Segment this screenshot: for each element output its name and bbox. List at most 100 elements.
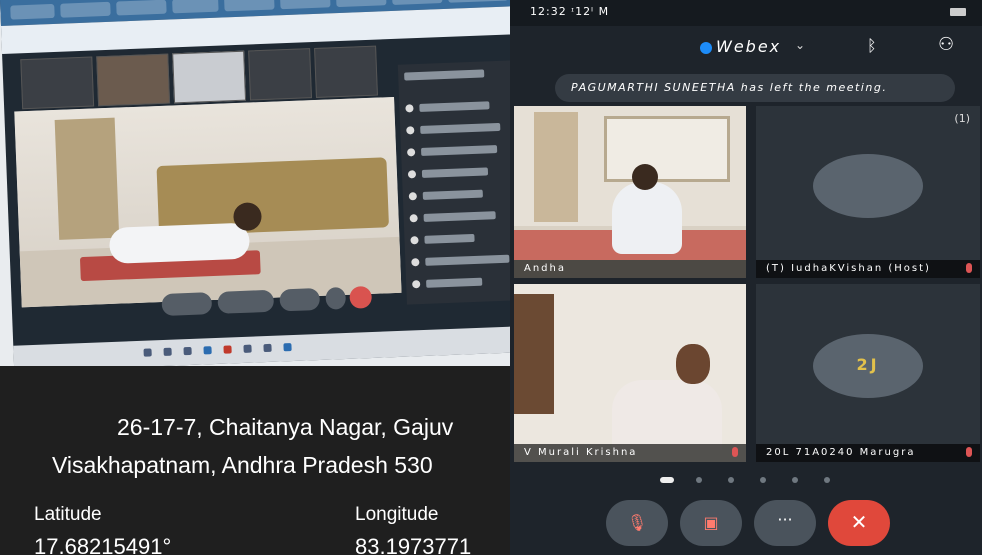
laptop-share-button[interactable] [279,287,321,312]
participant-name: V Murali Krishna [524,447,638,458]
app-title[interactable]: Webex [716,37,781,56]
participants-icon[interactable]: ⚇ [938,34,954,55]
video-button[interactable]: ▣ [680,500,742,546]
meeting-header: Webex ⌄ ᛒ ⚇ [510,26,982,70]
video-tile-murali-krishna[interactable]: V Murali Krishna [514,284,746,462]
windows-taskbar [13,326,510,372]
browser-tab[interactable] [447,0,509,3]
avatar: 2J [813,334,923,398]
status-time: 12:32 ᶦ12ᴵ M [530,5,610,18]
end-call-button[interactable]: ✕ [828,500,890,546]
laptop-video-button[interactable] [217,289,275,314]
video-thumbnail[interactable] [20,56,95,110]
video-thumbnail[interactable] [172,50,247,104]
page-indicator [510,474,982,484]
person-head [676,344,710,384]
phone-screen: 12:32 ᶦ12ᴵ M Webex ⌄ ᛒ ⚇ PAGUMARTHI SUNE… [510,0,982,555]
browser-tab[interactable] [116,0,167,16]
longitude-label: Longitude [355,504,439,525]
participant-row[interactable] [420,122,501,134]
avatar [813,154,923,218]
participant-row[interactable] [419,101,490,112]
participant-row[interactable] [426,277,483,288]
video-thumbnail[interactable] [248,48,312,101]
more-icon: ··· [777,510,793,529]
browser-tab[interactable] [280,0,331,10]
mic-muted-icon [966,447,972,457]
participant-avatar [409,214,418,223]
page-dot[interactable] [824,477,830,483]
person-figure [612,182,682,254]
meeting-controls: 🎙 ▣ ··· ✕ [510,500,982,552]
participant-avatar [408,192,417,201]
participant-row[interactable] [424,233,475,244]
page-dot[interactable] [728,477,734,483]
mute-button[interactable]: 🎙 [606,500,668,546]
participant-row[interactable] [420,145,498,156]
video-tile-2j[interactable]: 2J 20L 71A0240 Marugra [756,284,980,462]
taskbar-icon[interactable] [283,343,292,352]
video-thumbnail[interactable] [314,45,378,98]
main-video-feed [14,96,402,308]
location-stamp: 26-17-7, Chaitanya Nagar, Gajuv Visakhap… [0,366,510,555]
participant-row[interactable] [421,167,489,178]
taskbar-icon[interactable] [223,345,232,354]
person-figure [612,380,722,450]
chevron-down-icon[interactable]: ⌄ [795,38,805,52]
taskbar-icon[interactable] [163,347,172,356]
participant-name: 20L 71A0240 Marugra [766,447,916,458]
latitude-label: Latitude [34,504,102,525]
browser-tab[interactable] [391,0,443,5]
address-line-1: 26-17-7, Chaitanya Nagar, Gajuv [117,414,454,440]
person-head [632,164,658,190]
laptop-mute-button[interactable] [161,292,213,317]
taskbar-icon[interactable] [263,343,272,353]
participant-avatar [406,126,415,135]
taskbar-icon[interactable] [243,344,252,353]
room-window [604,116,730,182]
page-dot[interactable] [696,477,702,483]
browser-tab[interactable] [60,1,111,18]
close-icon: ✕ [850,510,868,534]
page-dot-active[interactable] [660,477,674,483]
room-door [54,117,120,240]
page-dot[interactable] [760,477,766,483]
video-thumbnail[interactable] [96,53,171,107]
participant-panel-title [404,69,485,81]
tile-name-bar: V Murali Krishna [514,444,746,462]
tile-name-bar: (T) IudhaKVishan (Host) [756,260,980,278]
laptop-screen [0,0,510,372]
participant-row[interactable] [423,211,496,222]
taskbar-icon[interactable] [143,348,152,357]
video-tile-host[interactable]: (1) (T) IudhaKVishan (Host) [756,106,980,278]
webex-logo-icon [700,42,712,54]
mic-off-icon: 🎙 [626,513,648,532]
page-dot[interactable] [792,477,798,483]
browser-tab[interactable] [172,0,219,14]
laptop-photo-panel: 26-17-7, Chaitanya Nagar, Gajuv Visakhap… [0,0,510,555]
room-door [534,112,578,222]
meeting-notification: PAGUMARTHI SUNEETHA has left the meeting… [555,74,955,102]
participant-avatar [405,104,414,113]
battery-icon [950,8,966,16]
participant-count: (1) [954,112,970,125]
participant-avatar [410,236,419,245]
participant-row[interactable] [425,254,510,266]
browser-tab[interactable] [224,0,275,12]
laptop-more-button[interactable] [325,286,347,310]
bluetooth-icon[interactable]: ᛒ [867,36,877,55]
laptop-end-button[interactable] [349,285,373,309]
more-options-button[interactable]: ··· [754,500,816,546]
participant-row[interactable] [422,189,483,200]
browser-tab[interactable] [335,0,387,8]
participant-avatar [407,148,416,157]
taskbar-icon[interactable] [183,346,192,356]
taskbar-icon[interactable] [203,346,212,355]
longitude-value: 83.1973771 [355,534,472,555]
participant-name: Andha [524,263,566,274]
address-line-2: Visakhapatnam, Andhra Pradesh 530 [52,452,433,478]
video-tile-andha[interactable]: Andha [514,106,746,278]
participant-avatar [407,170,417,179]
latitude-value: 17.68215491° [34,534,172,555]
browser-tab[interactable] [10,3,55,20]
